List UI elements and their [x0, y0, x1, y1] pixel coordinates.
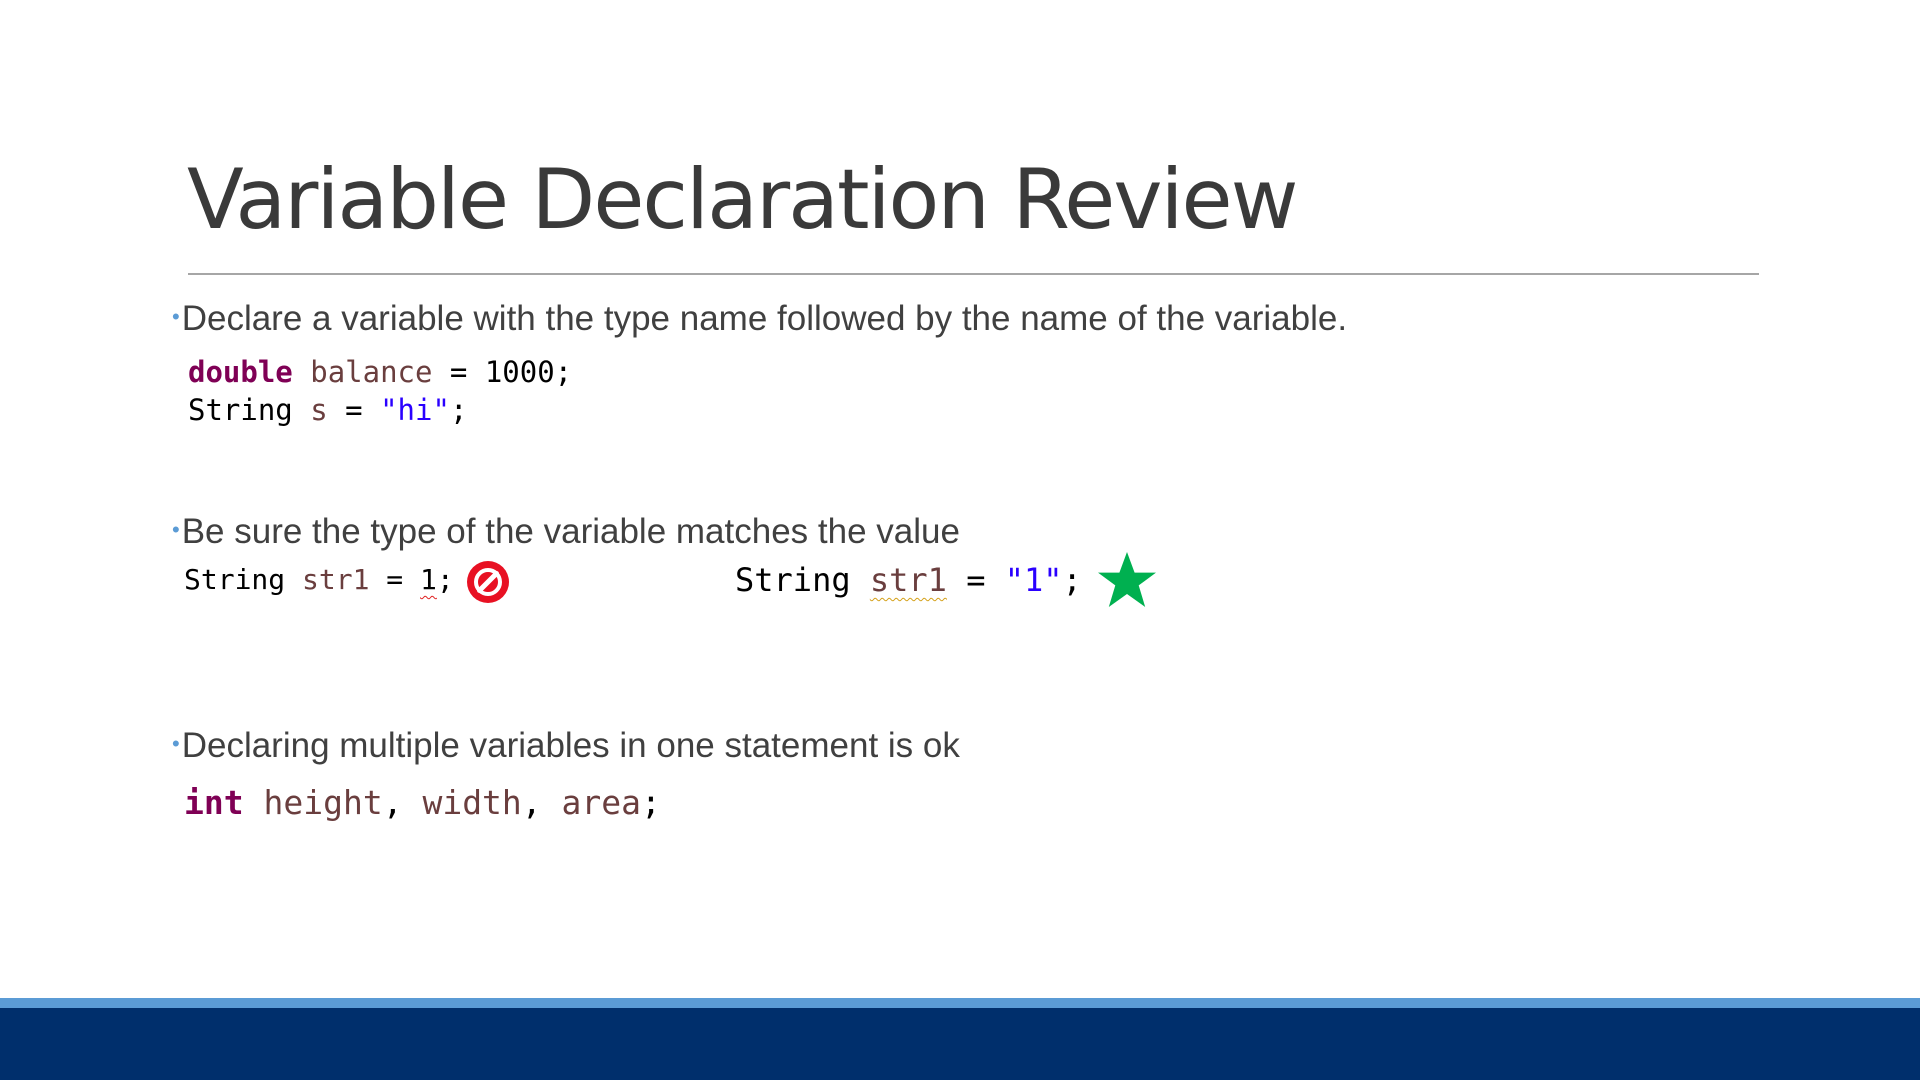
- code-semicolon: ;: [1062, 561, 1082, 599]
- code-number-error: 1: [420, 563, 437, 596]
- code-type: String: [735, 561, 851, 599]
- footer-accent-stripe: [0, 998, 1920, 1008]
- slide-title: Variable Declaration Review: [187, 151, 1298, 248]
- bullet-2-text: Be sure the type of the variable matches…: [181, 512, 960, 551]
- title-divider: [188, 273, 1759, 275]
- code-string: "hi": [380, 393, 450, 427]
- code-identifier: balance: [310, 355, 433, 389]
- code-keyword: double: [188, 355, 293, 389]
- bullet-dot-icon: •: [172, 303, 180, 329]
- code-wrong-example: String str1 = 1;: [184, 566, 454, 594]
- code-equals: =: [369, 563, 421, 596]
- bullet-1-text: Declare a variable with the type name fo…: [181, 299, 1348, 338]
- bullet-2: •Be sure the type of the variable matche…: [172, 514, 960, 549]
- code-string: "1": [1004, 561, 1063, 599]
- bullet-dot-icon: •: [172, 730, 180, 756]
- code-line-double: double balance = 1000;: [188, 358, 572, 387]
- code-keyword: int: [184, 783, 244, 822]
- code-right-example: String str1 = "1";: [735, 564, 1082, 596]
- bullet-3-text: Declaring multiple variables in one stat…: [181, 726, 960, 765]
- code-multi-declaration: int height, width, area;: [184, 786, 661, 819]
- code-line-string: String s = "hi";: [188, 396, 467, 425]
- bullet-3: •Declaring multiple variables in one sta…: [172, 728, 960, 763]
- star-icon: [1098, 552, 1156, 607]
- code-semicolon: ;: [641, 783, 661, 822]
- code-comma: ,: [521, 783, 562, 822]
- code-comma: ,: [382, 783, 423, 822]
- bullet-1: •Declare a variable with the type name f…: [172, 301, 1347, 336]
- code-identifier-height: height: [263, 783, 383, 822]
- code-identifier: str1: [869, 561, 947, 599]
- code-identifier-width: width: [422, 783, 522, 822]
- code-identifier-area: area: [561, 783, 642, 822]
- code-identifier: s: [310, 393, 328, 427]
- code-type: String: [188, 393, 293, 427]
- code-identifier: str1: [302, 563, 370, 596]
- code-equals: =: [327, 393, 381, 427]
- no-entry-icon: [467, 561, 509, 603]
- footer-band: [0, 1008, 1920, 1080]
- code-rest: = 1000;: [432, 355, 573, 389]
- code-equals: =: [946, 561, 1005, 599]
- code-type: String: [184, 563, 286, 596]
- bullet-dot-icon: •: [172, 516, 180, 542]
- code-semicolon: ;: [449, 393, 468, 427]
- code-semicolon: ;: [436, 563, 454, 596]
